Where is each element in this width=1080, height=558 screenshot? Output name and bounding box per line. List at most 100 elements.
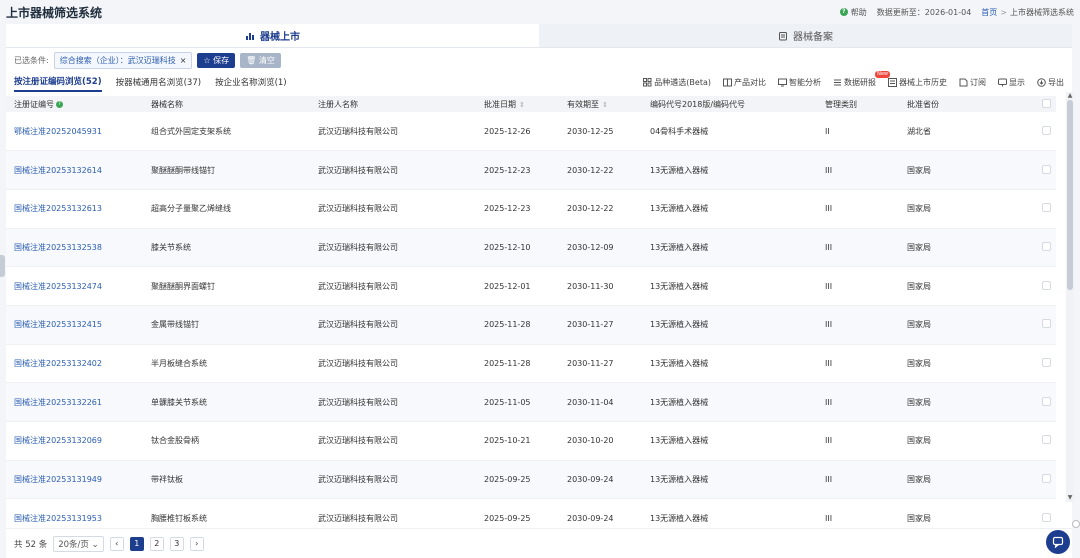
clear-button[interactable]: 🗑 清空 xyxy=(240,52,281,68)
row-checkbox[interactable] xyxy=(1042,280,1051,290)
cell-select[interactable] xyxy=(1034,460,1056,500)
cell-valid-until: 2030-11-27 xyxy=(559,344,642,384)
breadcrumb-home[interactable]: 首页 xyxy=(981,8,997,17)
cell-registration-no[interactable]: 国械注准20253131949 xyxy=(6,460,143,500)
trash-icon: 🗑 xyxy=(246,55,259,65)
row-checkbox[interactable] xyxy=(1042,241,1051,251)
sort-icon[interactable]: ⇕ xyxy=(519,101,525,109)
row-checkbox[interactable] xyxy=(1042,203,1051,213)
table-row[interactable]: 国械注准20253132415 金属带线锚钉 武汉迈瑞科技有限公司 2025-11-2… xyxy=(6,305,1056,345)
row-checkbox[interactable] xyxy=(1042,435,1051,445)
page-button-1[interactable]: 1 xyxy=(129,536,144,551)
row-checkbox[interactable] xyxy=(1042,164,1051,174)
cell-select[interactable] xyxy=(1034,266,1056,306)
cell-registrant: 武汉迈瑞科技有限公司 xyxy=(310,305,476,345)
data-report-button[interactable]: 数据研报 New xyxy=(833,70,890,88)
col-select-all[interactable] xyxy=(1034,96,1056,112)
cell-select[interactable] xyxy=(1034,228,1056,268)
cell-select[interactable] xyxy=(1034,421,1056,461)
filter-chip[interactable]: 综合搜索（企业）：武汉迈瑞科技 × xyxy=(53,51,193,69)
listing-history-label: 器械上市历史 xyxy=(899,77,947,87)
save-button[interactable]: ☆ 保存 xyxy=(197,52,236,68)
cell-select[interactable] xyxy=(1034,112,1056,152)
cell-registration-no[interactable]: 国械注准20253132538 xyxy=(6,228,143,268)
subscribe-label: 订阅 xyxy=(970,77,986,87)
pagination: 共 52 条 20条/页 ⌄ ‹ 1 2 3 › xyxy=(6,528,1072,558)
row-checkbox[interactable] xyxy=(1042,319,1051,329)
subtab-by-company[interactable]: 按企业名称浏览(1) xyxy=(215,72,287,92)
col-approval-date[interactable]: 批准日期 ⇕ xyxy=(476,96,559,112)
table-row[interactable]: 国械注准20253132613 超高分子量聚乙烯缝线 武汉迈瑞科技有限公司 2025-… xyxy=(6,189,1056,229)
cell-registration-no[interactable]: 国械注准20253131953 xyxy=(6,498,143,528)
display-button[interactable]: 显示 xyxy=(998,77,1025,88)
cell-device-name: 胸腰椎钉板系统 xyxy=(143,498,310,528)
select-all-checkbox[interactable] xyxy=(1042,98,1051,108)
tab-device-filing[interactable]: 器械备案 xyxy=(539,24,1072,47)
table-row[interactable]: 国械注准20253132069 钛合金股骨柄 武汉迈瑞科技有限公司 2025-10-2… xyxy=(6,421,1056,461)
page-button-3[interactable]: 3 xyxy=(169,536,184,551)
cell-registration-no[interactable]: 国械注准20253132614 xyxy=(6,150,143,190)
help-link[interactable]: ? 帮助 xyxy=(839,7,867,18)
compare-icon xyxy=(723,78,732,86)
col-valid-until[interactable]: 有效期至 ⇕ xyxy=(559,96,642,112)
scroll-down-icon[interactable]: ▼ xyxy=(1066,494,1074,502)
sort-icon[interactable]: ⇕ xyxy=(602,101,608,109)
close-icon[interactable]: × xyxy=(180,56,187,65)
table-row[interactable]: 国械注准20253132538 膝关节系统 武汉迈瑞科技有限公司 2025-12-10… xyxy=(6,228,1056,268)
cell-select[interactable] xyxy=(1034,189,1056,229)
cell-registration-no[interactable]: 鄂械注准20252045931 xyxy=(6,112,143,152)
product-compare-button[interactable]: 产品对比 xyxy=(723,77,766,88)
cell-registration-no[interactable]: 国械注准20253132415 xyxy=(6,305,143,345)
cell-management-class: III xyxy=(817,150,899,190)
row-checkbox[interactable] xyxy=(1042,357,1051,367)
vertical-scrollbar[interactable]: ▲ ▼ xyxy=(1066,92,1074,502)
listing-history-button[interactable]: 器械上市历史 xyxy=(888,77,947,88)
row-checkbox[interactable] xyxy=(1042,396,1051,406)
page-button-2[interactable]: 2 xyxy=(149,536,164,551)
cell-category-code: 13无源植入器械 xyxy=(642,344,817,384)
variety-selection-button[interactable]: 品种遴选(Beta) xyxy=(643,77,711,88)
col-approval-date-label: 批准日期 xyxy=(484,99,516,109)
page-size-select[interactable]: 20条/页 ⌄ xyxy=(53,535,104,552)
side-collapse-handle[interactable] xyxy=(0,255,5,277)
cell-registration-no[interactable]: 国械注准20253132613 xyxy=(6,189,143,229)
table-row[interactable]: 国械注准20253131953 胸腰椎钉板系统 武汉迈瑞科技有限公司 2025-09-… xyxy=(6,498,1056,528)
cell-registration-no[interactable]: 国械注准20253132261 xyxy=(6,382,143,422)
smart-analysis-button[interactable]: 智能分析 xyxy=(778,77,821,88)
cell-registration-no[interactable]: 国械注准20253132402 xyxy=(6,344,143,384)
results-table: 注册证编号? 器械名称 注册人名称 批准日期 ⇕ 有效期至 ⇕ 编码代号2018版/… xyxy=(6,96,1056,528)
cell-select[interactable] xyxy=(1034,344,1056,384)
prev-page-button[interactable]: ‹ xyxy=(109,536,124,551)
scrollbar-thumb[interactable] xyxy=(1067,100,1073,290)
refresh-icon[interactable] xyxy=(1072,520,1080,528)
subscribe-button[interactable]: 订阅 xyxy=(959,77,986,88)
row-checkbox[interactable] xyxy=(1042,512,1051,522)
table-row[interactable]: 国械注准20253132474 聚醚醚酮界面螺钉 武汉迈瑞科技有限公司 2025-12… xyxy=(6,266,1056,306)
table-row[interactable]: 国械注准20253132402 半月板缝合系统 武汉迈瑞科技有限公司 2025-11-… xyxy=(6,344,1056,384)
cell-registration-no[interactable]: 国械注准20253132069 xyxy=(6,421,143,461)
cell-select[interactable] xyxy=(1034,305,1056,345)
cell-registration-no[interactable]: 国械注准20253132474 xyxy=(6,266,143,306)
cell-select[interactable] xyxy=(1034,150,1056,190)
subtab-by-registration[interactable]: 按注册证编码浏览(52) xyxy=(14,72,102,92)
feedback-button[interactable] xyxy=(1046,530,1070,554)
next-page-button[interactable]: › xyxy=(189,536,204,551)
cell-province: 国家局 xyxy=(899,150,1034,190)
table-row[interactable]: 国械注准20253132261 单髁膝关节系统 武汉迈瑞科技有限公司 2025-11-… xyxy=(6,382,1056,422)
subtab-by-generic-name[interactable]: 按器械通用名浏览(37) xyxy=(116,72,201,92)
cell-category-code: 13无源植入器械 xyxy=(642,382,817,422)
export-button[interactable]: 导出 xyxy=(1037,77,1064,88)
cell-select[interactable] xyxy=(1034,498,1056,528)
row-checkbox[interactable] xyxy=(1042,125,1051,135)
cell-registrant: 武汉迈瑞科技有限公司 xyxy=(310,266,476,306)
col-registration-no[interactable]: 注册证编号? xyxy=(6,96,143,112)
cell-select[interactable] xyxy=(1034,382,1056,422)
scroll-up-icon[interactable]: ▲ xyxy=(1066,92,1074,100)
table-row[interactable]: 国械注准20253132614 聚醚醚酮带线锚钉 武汉迈瑞科技有限公司 2025-12… xyxy=(6,150,1056,190)
info-icon[interactable]: ? xyxy=(56,100,63,108)
cell-device-name: 膝关节系统 xyxy=(143,228,310,268)
tab-device-listing[interactable]: 器械上市 xyxy=(6,24,539,47)
row-checkbox[interactable] xyxy=(1042,474,1051,484)
table-row[interactable]: 鄂械注准20252045931 组合式外固定支架系统 武汉迈瑞科技有限公司 2025-… xyxy=(6,112,1056,152)
table-row[interactable]: 国械注准20253131949 带袢钛板 武汉迈瑞科技有限公司 2025-09-25 2… xyxy=(6,460,1056,500)
